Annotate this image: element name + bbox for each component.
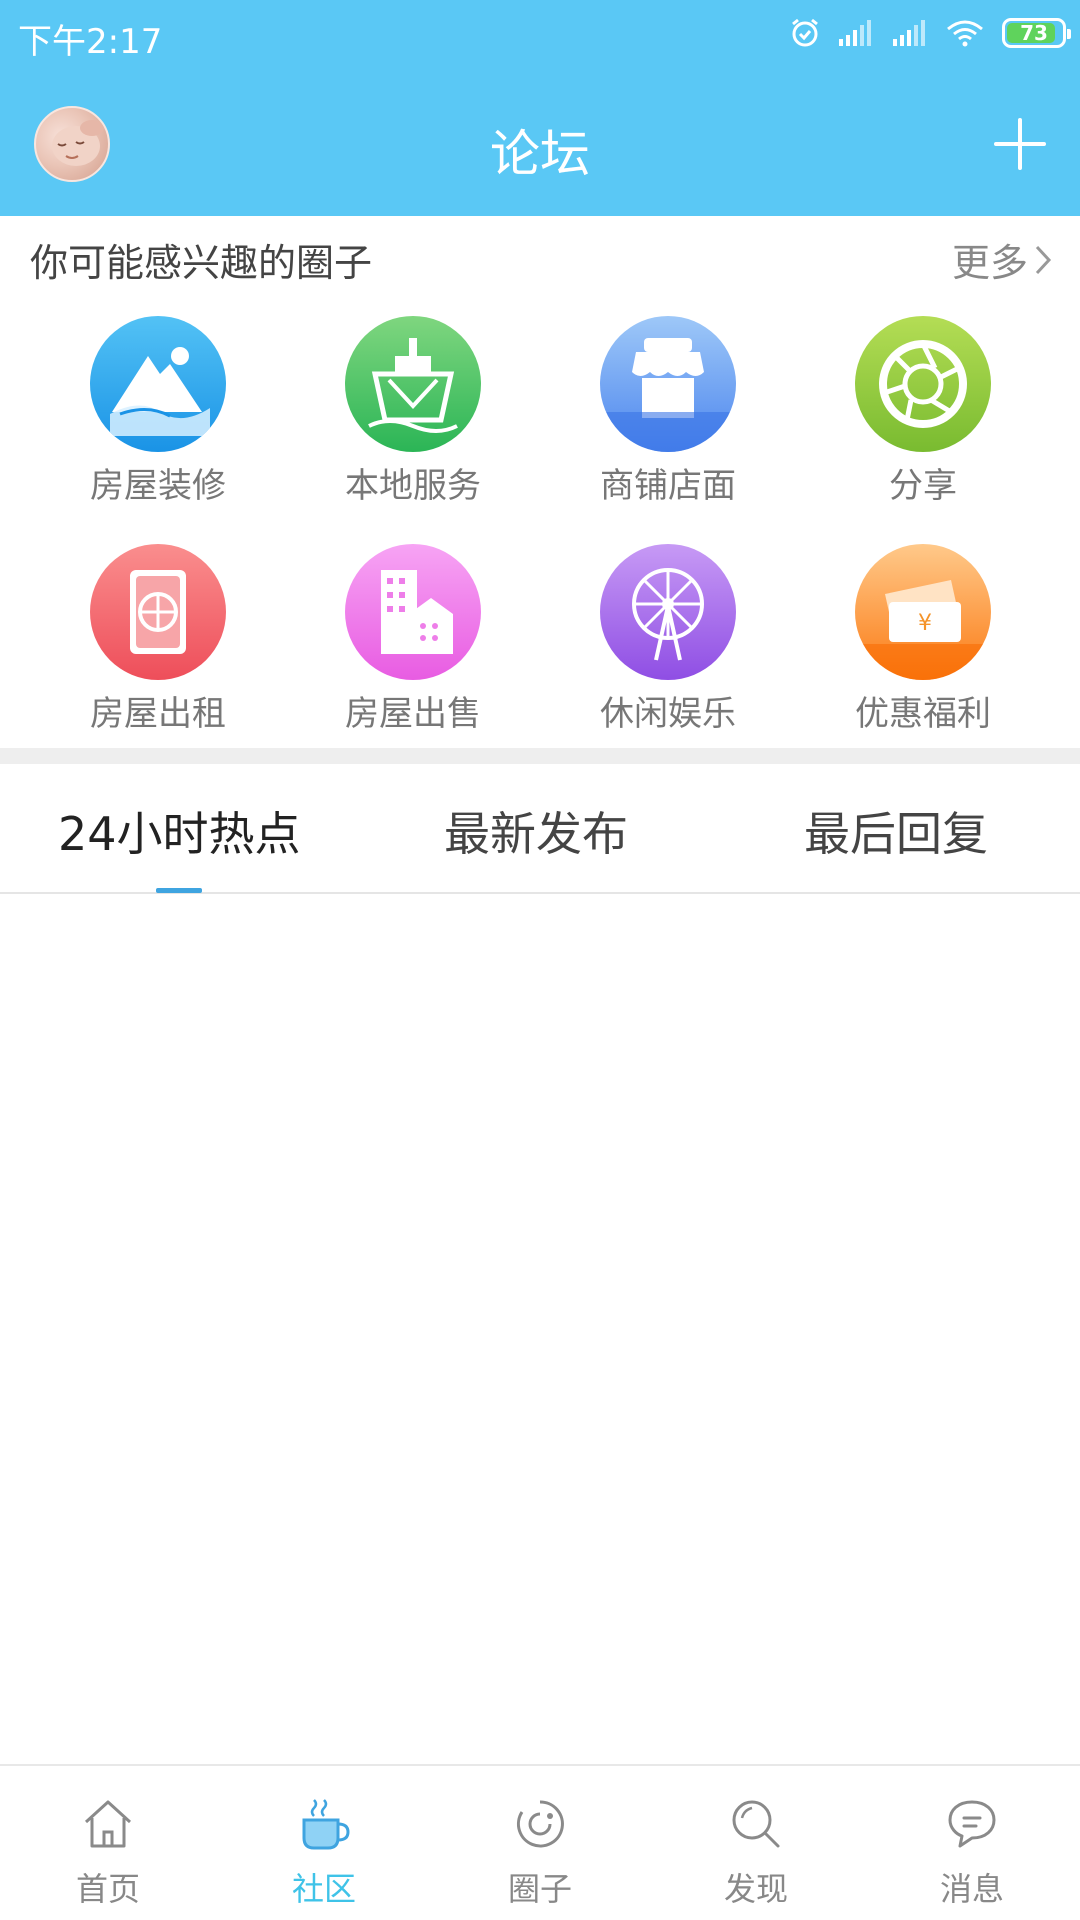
plus-icon[interactable]: [992, 116, 1048, 172]
more-link[interactable]: 更多: [952, 232, 1052, 287]
tab-bar: 24小时热点 最新发布 最后回复: [0, 764, 1080, 894]
nav-community[interactable]: 社区: [244, 1766, 404, 1920]
tab-24h-hot[interactable]: 24小时热点: [58, 798, 301, 864]
category-label: 休闲娱乐: [600, 694, 736, 734]
category-label: 房屋出售: [345, 694, 481, 734]
wifi-icon: [947, 20, 983, 47]
category-shop-front[interactable]: 商铺店面: [568, 316, 768, 507]
signal-icon: [893, 20, 925, 46]
nav-label: 圈子: [507, 1870, 572, 1908]
more-label: 更多: [951, 241, 1028, 285]
status-icons: 73: [790, 18, 1071, 48]
nav-discover[interactable]: 发现: [676, 1766, 836, 1920]
ferris-wheel-icon: [600, 544, 736, 680]
category-label: 本地服务: [345, 466, 481, 506]
category-leisure[interactable]: 休闲娱乐: [568, 544, 768, 735]
category-discount[interactable]: ¥ 优惠福利: [823, 544, 1023, 735]
category-house-sale[interactable]: 房屋出售: [313, 544, 513, 735]
nav-messages[interactable]: 消息: [892, 1766, 1052, 1920]
home-icon: [84, 1800, 132, 1848]
category-label: 分享: [889, 466, 957, 506]
nav-home[interactable]: 首页: [28, 1766, 188, 1920]
signal-icon: [839, 20, 871, 46]
category-house-rent[interactable]: 房屋出租: [58, 544, 258, 735]
category-house-decoration[interactable]: 房屋装修: [58, 316, 258, 507]
battery-level: 73: [1020, 21, 1048, 45]
nav-label: 发现: [723, 1870, 788, 1908]
category-local-service[interactable]: 本地服务: [313, 316, 513, 507]
forum-screen: 下午2:17 73 论坛 你可能感兴趣的圈子 更多 房屋装修 本地服务 商铺店面…: [0, 0, 1080, 1920]
ship-icon: [345, 316, 481, 452]
section-divider: [0, 748, 1080, 764]
category-label: 商铺店面: [600, 466, 736, 506]
page-title: 论坛: [490, 125, 590, 183]
coffee-cup-icon: [302, 1799, 350, 1850]
building-icon: [345, 544, 481, 680]
tab-last-reply[interactable]: 最后回复: [804, 798, 988, 864]
category-share[interactable]: 分享: [823, 316, 1023, 507]
nav-circles[interactable]: 圈子: [460, 1766, 620, 1920]
battery-icon: 73: [1002, 18, 1071, 48]
status-bar: 下午2:17 73: [0, 0, 1080, 76]
bottom-nav: 首页 社区 圈子 发现 消息: [0, 1764, 1080, 1920]
svg-text:¥: ¥: [918, 611, 932, 636]
category-label: 优惠福利: [855, 694, 991, 734]
nav-label: 消息: [939, 1870, 1004, 1908]
mountain-icon: [90, 316, 226, 452]
circle-refresh-icon: [516, 1800, 564, 1848]
tab-indicator: [156, 888, 202, 893]
globe-icon: [90, 544, 226, 680]
chat-bubble-icon: [948, 1800, 996, 1848]
nav-label: 首页: [75, 1870, 140, 1908]
search-icon: [732, 1800, 780, 1848]
tab-latest[interactable]: 最新发布: [444, 798, 628, 864]
aperture-icon: [855, 316, 991, 452]
section-title: 你可能感兴趣的圈子: [30, 241, 373, 285]
shop-icon: [600, 316, 736, 452]
status-time: 下午2:17: [18, 22, 163, 62]
alarm-icon: [792, 18, 818, 47]
app-header: 论坛: [0, 76, 1080, 216]
chevron-right-icon: [1035, 245, 1052, 274]
nav-label: 社区: [291, 1870, 356, 1908]
category-label: 房屋装修: [90, 466, 226, 506]
ticket-icon: ¥: [855, 544, 991, 680]
category-label: 房屋出租: [90, 694, 226, 734]
